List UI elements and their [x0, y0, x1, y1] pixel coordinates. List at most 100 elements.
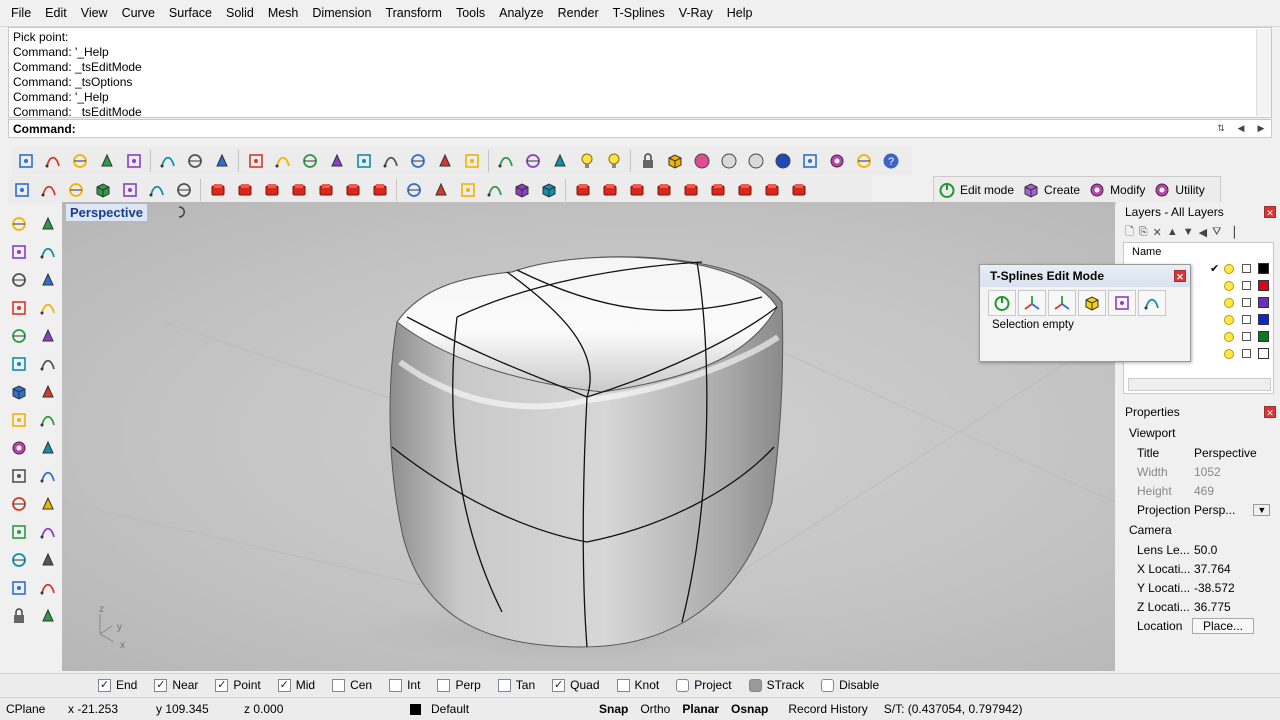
tsplines-panel-yellow-cube-button[interactable]	[1078, 290, 1106, 316]
tsplines-panel-titlebar[interactable]: T-Splines Edit Mode ✕	[980, 265, 1190, 287]
move-down-icon[interactable]: ▼	[1183, 226, 1194, 238]
tsplines-panel-brush-button[interactable]	[1108, 290, 1136, 316]
zoom-window-button[interactable]	[350, 148, 377, 174]
rotate-view-button[interactable]	[296, 148, 323, 174]
new-sublayer-icon[interactable]: ⎘	[1139, 226, 1148, 239]
checkbox[interactable]	[389, 678, 403, 692]
red-car4-button[interactable]	[339, 177, 366, 203]
checkbox[interactable]: ✓	[98, 678, 111, 692]
menu-edit[interactable]: Edit	[38, 0, 74, 27]
osnap-cen[interactable]: Cen	[332, 678, 372, 692]
spotlight-button[interactable]	[796, 148, 823, 174]
osnap-end[interactable]: ✓ End	[98, 678, 137, 692]
tree-button[interactable]	[481, 177, 508, 203]
command-next-icon[interactable]: ▶	[1251, 123, 1271, 134]
dimension-tool[interactable]	[33, 602, 62, 630]
more-icon[interactable]: ▕	[1226, 226, 1234, 239]
print-button[interactable]	[93, 148, 120, 174]
undo-view-button[interactable]	[431, 148, 458, 174]
bulb-button[interactable]	[600, 148, 627, 174]
menu-vray[interactable]: V-Ray	[672, 0, 720, 27]
property-value[interactable]: Persp...	[1194, 503, 1235, 517]
color-wheel-button[interactable]	[688, 148, 715, 174]
save-button[interactable]	[66, 148, 93, 174]
light-star-button[interactable]	[116, 177, 143, 203]
lock-button[interactable]	[634, 148, 661, 174]
tsplines-edit-mode-button[interactable]: Edit mode	[938, 181, 1014, 199]
layer-color-swatch[interactable]	[1258, 280, 1269, 291]
block-tool[interactable]	[4, 602, 33, 630]
property-value[interactable]: Perspective	[1194, 446, 1257, 460]
undo-button[interactable]	[242, 148, 269, 174]
menu-dimension[interactable]: Dimension	[305, 0, 378, 27]
boolean-tool[interactable]	[4, 490, 33, 518]
folder-button[interactable]	[427, 177, 454, 203]
osnap-int[interactable]: Int	[389, 678, 420, 692]
dropdown-arrow-icon[interactable]: ▼	[1253, 503, 1271, 516]
red-car5-button[interactable]	[366, 177, 393, 203]
target-button[interactable]	[454, 177, 481, 203]
menu-analyze[interactable]: Analyze	[492, 0, 550, 27]
layer-visible-icon[interactable]	[1224, 331, 1234, 342]
viewport-menu-icon[interactable]	[176, 205, 188, 219]
layer-visible-icon[interactable]	[1224, 348, 1234, 359]
red-tube2-button[interactable]	[231, 177, 258, 203]
tsplines-panel-power-button[interactable]	[988, 290, 1016, 316]
menu-view[interactable]: View	[74, 0, 115, 27]
fillet-curve-tool[interactable]	[33, 322, 62, 350]
surface-patch-tool[interactable]	[33, 406, 62, 434]
red-cube6-button[interactable]	[704, 177, 731, 203]
red-cube4-button[interactable]	[650, 177, 677, 203]
sphere-shade-button[interactable]	[715, 148, 742, 174]
sphere-render-button[interactable]	[769, 148, 796, 174]
layer-visible-icon[interactable]	[1224, 297, 1234, 308]
tsplines-panel-close-icon[interactable]: ✕	[1174, 270, 1186, 282]
menu-file[interactable]: File	[4, 0, 38, 27]
checkbox[interactable]	[437, 678, 451, 692]
menu-help[interactable]: Help	[720, 0, 760, 27]
snap-tag2-button[interactable]	[35, 177, 62, 203]
checkbox[interactable]	[821, 678, 835, 692]
cplane-button[interactable]	[546, 148, 573, 174]
cluster-tool[interactable]	[33, 490, 62, 518]
property-value[interactable]: 37.764	[1194, 562, 1231, 576]
command-prev-icon[interactable]: ◀	[1231, 123, 1251, 134]
property-value[interactable]: 36.775	[1194, 600, 1231, 614]
grid-cube-button[interactable]	[535, 177, 562, 203]
red-car3-button[interactable]	[312, 177, 339, 203]
delete-layer-icon[interactable]: ✕	[1153, 226, 1162, 239]
layer-lock-icon[interactable]	[1242, 315, 1251, 324]
layer-lock-icon[interactable]	[1242, 332, 1251, 341]
layer-lock-icon[interactable]	[1242, 349, 1251, 358]
osnap-strack[interactable]: STrack	[748, 678, 804, 692]
sphere-wire-button[interactable]	[742, 148, 769, 174]
paste-button[interactable]	[208, 148, 235, 174]
lens-button[interactable]	[170, 177, 197, 203]
osnap-disable[interactable]: Disable	[821, 678, 879, 692]
ellipse-tool[interactable]	[33, 266, 62, 294]
checkbox[interactable]: ✓	[154, 678, 168, 692]
layer-color-swatch[interactable]	[1258, 331, 1269, 342]
select-filter-button[interactable]	[850, 148, 877, 174]
surface-tool[interactable]	[4, 350, 33, 378]
layers-scrollbar[interactable]	[1128, 378, 1271, 391]
red-cube7-button[interactable]	[731, 177, 758, 203]
point-tool[interactable]	[33, 210, 62, 238]
perspective-viewport[interactable]: z y x	[62, 202, 1115, 671]
tsplines-modify-button[interactable]: Modify	[1088, 181, 1145, 199]
checkbox[interactable]	[497, 678, 511, 692]
red-cube2-button[interactable]	[596, 177, 623, 203]
transform-tool[interactable]	[33, 574, 62, 602]
osnap-perp[interactable]: Perp	[437, 678, 481, 692]
tsplines-cube-model[interactable]: z y x	[62, 202, 1115, 671]
osnap-quad[interactable]: ✓ Quad	[552, 678, 600, 692]
layer-visible-icon[interactable]	[1224, 314, 1234, 325]
checkbox[interactable]	[332, 678, 346, 692]
menu-transform[interactable]: Transform	[378, 0, 449, 27]
stack-button[interactable]	[400, 177, 427, 203]
snap-toggle[interactable]: Snap	[593, 702, 634, 716]
cplane-label[interactable]: CPlane	[0, 702, 62, 716]
polyline-tool[interactable]	[4, 238, 33, 266]
trim-tool[interactable]	[33, 462, 62, 490]
menu-tools[interactable]: Tools	[449, 0, 492, 27]
